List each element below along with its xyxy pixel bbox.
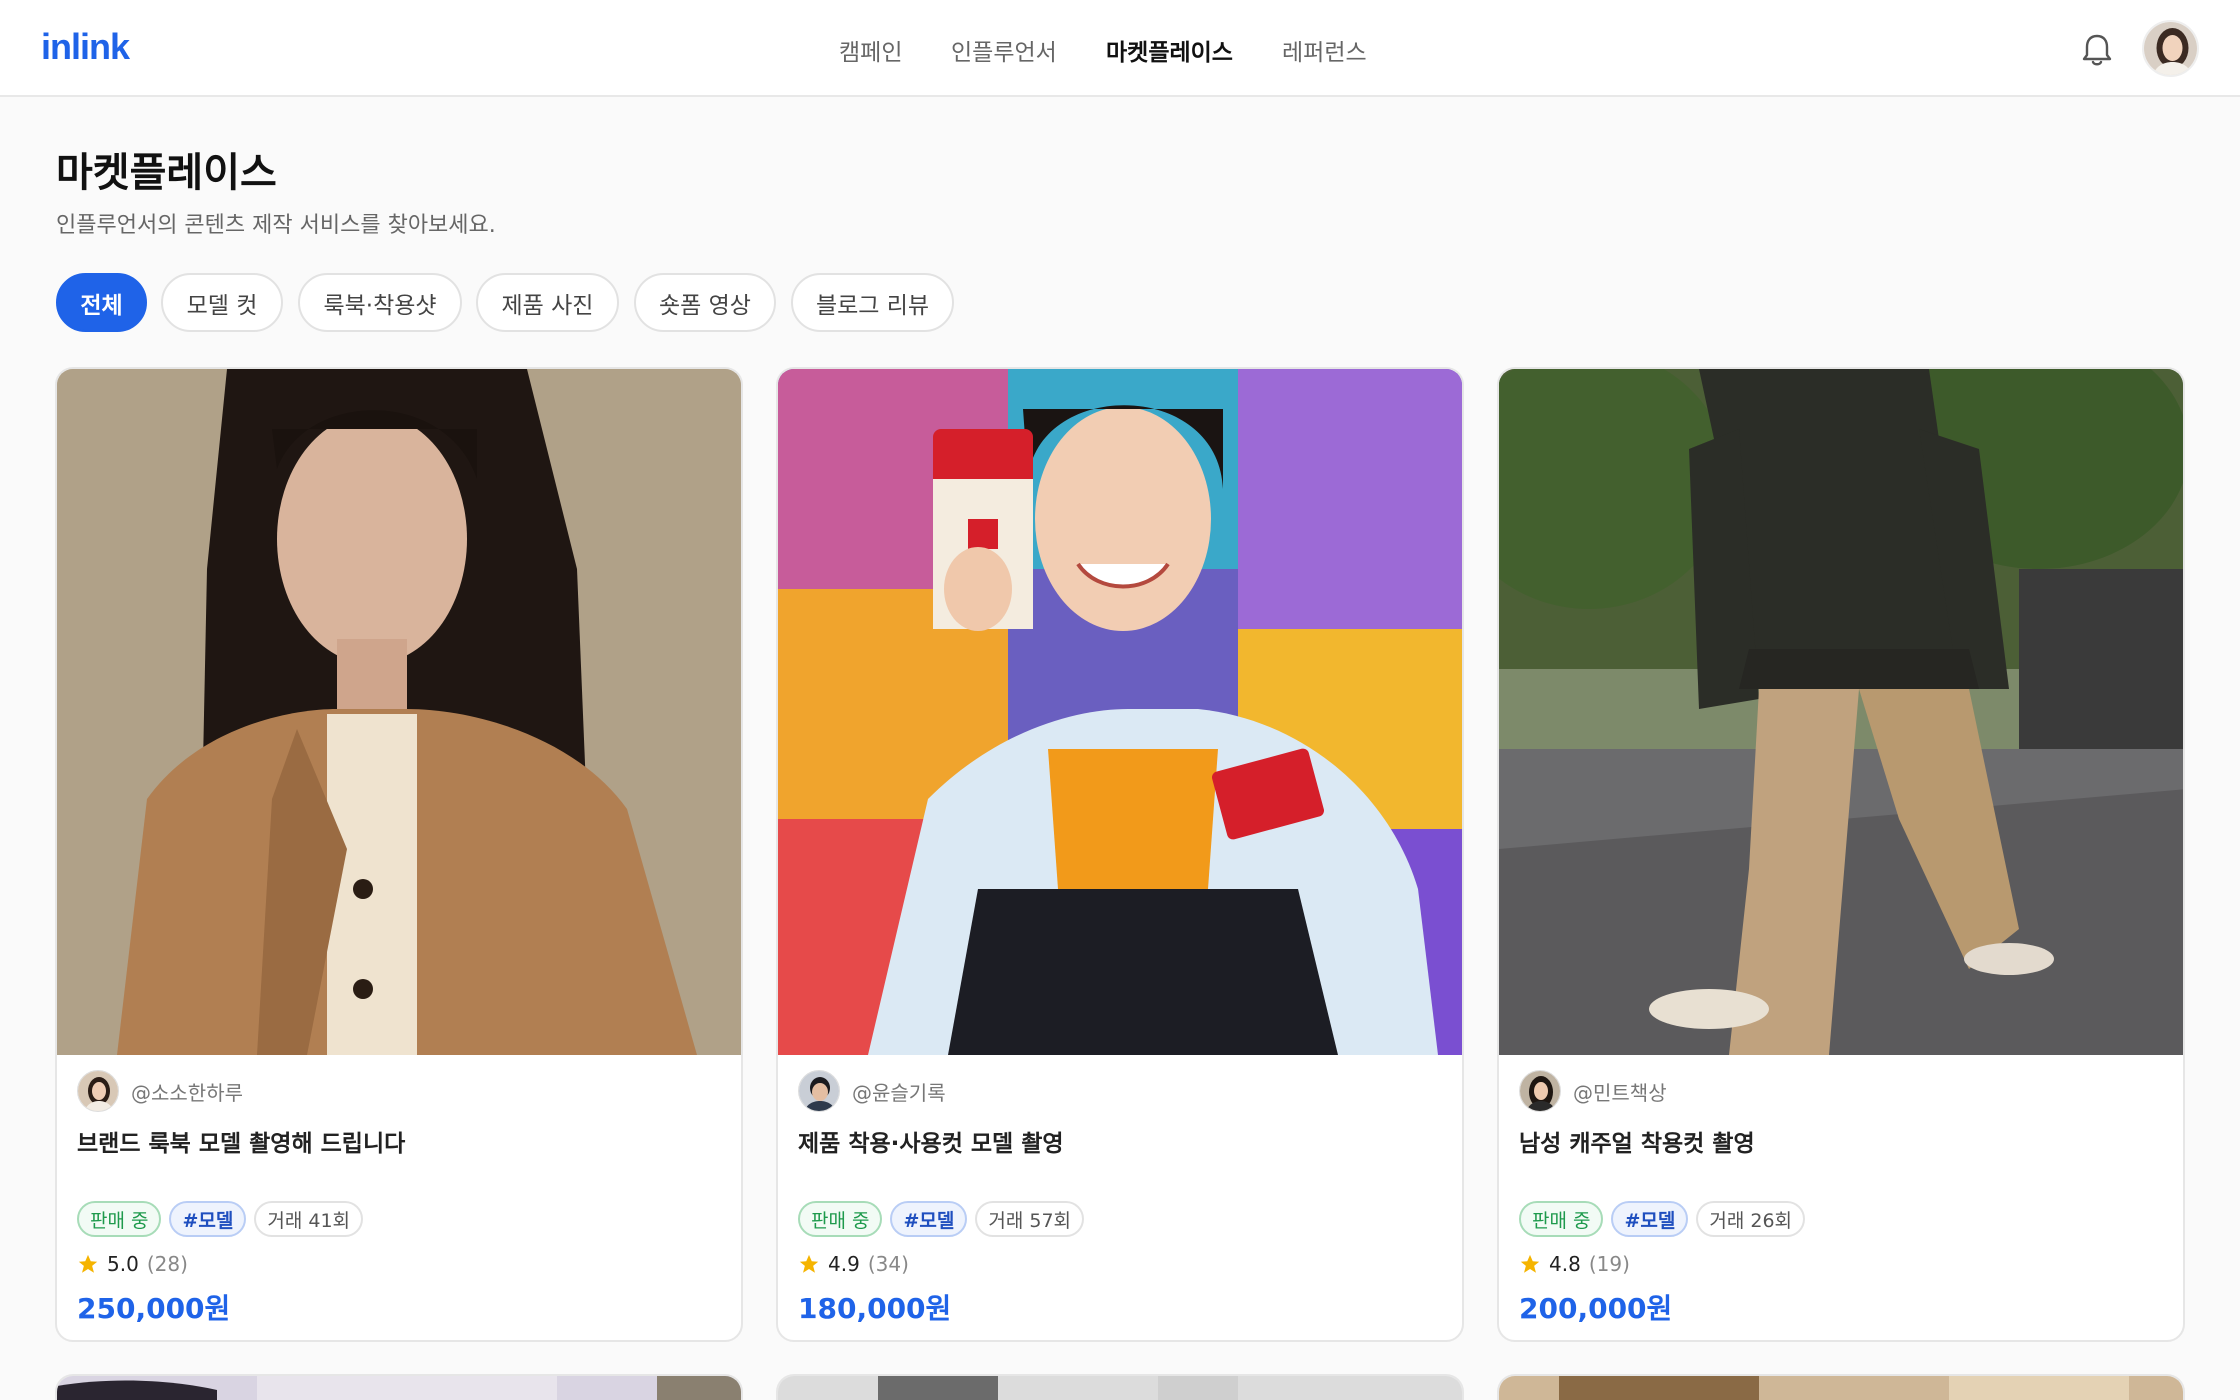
main-nav: 캠페인 인플루언서 마켓플레이스 레퍼런스: [0, 33, 2240, 69]
listing-tags: 판매 중 #모델 거래 41회: [77, 1201, 364, 1237]
star-icon: [799, 1254, 819, 1273]
filter-chip-short-video[interactable]: 숏폼 영상: [634, 273, 776, 332]
category-tag[interactable]: #모델: [1611, 1201, 1689, 1237]
seller-handle: @윤슬기록: [852, 1080, 946, 1105]
listing-tags: 판매 중 #모델 거래 26회: [1519, 1201, 1806, 1237]
seller-avatar: [77, 1070, 119, 1112]
rating-score: 4.8: [1549, 1252, 1581, 1276]
listing-price: 200,000원: [1519, 1292, 1673, 1325]
nav-item-influencers[interactable]: 인플루언서: [951, 33, 1057, 67]
category-tag[interactable]: #모델: [890, 1201, 968, 1237]
listing-card-partial[interactable]: [776, 1374, 1464, 1400]
rating: 4.8 (19): [1519, 1249, 1630, 1279]
listing-photo: [778, 369, 1462, 1055]
filter-chip-lookbook[interactable]: 룩북·착용샷: [298, 273, 462, 332]
listing-tags: 판매 중 #모델 거래 57회: [798, 1201, 1085, 1237]
status-badge: 판매 중: [798, 1201, 883, 1237]
review-count: (19): [1588, 1252, 1630, 1276]
filter-chip-all[interactable]: 전체: [56, 273, 147, 332]
listing-title[interactable]: 브랜드 룩북 모델 촬영해 드립니다: [77, 1124, 405, 1158]
review-count: (28): [146, 1252, 188, 1276]
review-count: (34): [867, 1252, 909, 1276]
page-title: 마켓플레이스: [56, 150, 277, 196]
listing-card-partial[interactable]: [55, 1374, 743, 1400]
filter-chip-product-photo[interactable]: 제품 사진: [476, 273, 619, 332]
seller-info[interactable]: @윤슬기록: [798, 1069, 946, 1113]
seller-info[interactable]: @민트책상: [1519, 1069, 1667, 1113]
listing-card[interactable]: @윤슬기록 제품 착용·사용컷 모델 촬영 판매 중 #모델 거래 57회 4.…: [776, 367, 1464, 1342]
listing-photo: [57, 369, 741, 1055]
nav-item-references[interactable]: 레퍼런스: [1282, 33, 1367, 67]
listing-title[interactable]: 제품 착용·사용컷 모델 촬영: [798, 1124, 1064, 1158]
top-navigation-bar: inlink 캠페인 인플루언서 마켓플레이스 레퍼런스: [0, 0, 2240, 97]
filter-chip-model-cut[interactable]: 모델 컷: [161, 273, 283, 332]
listing-price: 180,000원: [798, 1292, 952, 1325]
status-badge: 판매 중: [1519, 1201, 1604, 1237]
rating: 5.0 (28): [77, 1249, 188, 1279]
seller-avatar: [798, 1070, 840, 1112]
star-icon: [78, 1254, 98, 1273]
nav-item-marketplace[interactable]: 마켓플레이스: [1106, 33, 1233, 67]
filter-chip-blog-review[interactable]: 블로그 리뷰: [791, 273, 954, 332]
star-icon: [1520, 1254, 1540, 1273]
bell-icon[interactable]: [2080, 32, 2114, 68]
listing-price: 250,000원: [77, 1292, 231, 1325]
listing-card[interactable]: @민트책상 남성 캐주얼 착용컷 촬영 판매 중 #모델 거래 26회 4.8 …: [1497, 367, 2185, 1342]
deal-count-badge: 거래 41회: [254, 1201, 364, 1237]
rating-score: 5.0: [107, 1252, 139, 1276]
nav-item-campaigns[interactable]: 캠페인: [839, 33, 902, 67]
user-avatar[interactable]: [2142, 20, 2199, 77]
seller-avatar: [1519, 1070, 1561, 1112]
listing-card[interactable]: @소소한하루 브랜드 룩북 모델 촬영해 드립니다 판매 중 #모델 거래 41…: [55, 367, 743, 1342]
rating: 4.9 (34): [798, 1249, 909, 1279]
listing-photo: [1499, 369, 2183, 1055]
listing-card-partial[interactable]: [1497, 1374, 2185, 1400]
status-badge: 판매 중: [77, 1201, 162, 1237]
seller-handle: @소소한하루: [131, 1080, 243, 1105]
page-subtitle: 인플루언서의 콘텐츠 제작 서비스를 찾아보세요.: [56, 213, 496, 238]
category-tag[interactable]: #모델: [169, 1201, 247, 1237]
listing-title[interactable]: 남성 캐주얼 착용컷 촬영: [1519, 1124, 1755, 1158]
deal-count-badge: 거래 26회: [1696, 1201, 1806, 1237]
rating-score: 4.9: [828, 1252, 860, 1276]
deal-count-badge: 거래 57회: [975, 1201, 1085, 1237]
seller-handle: @민트책상: [1573, 1080, 1667, 1105]
seller-info[interactable]: @소소한하루: [77, 1069, 243, 1113]
